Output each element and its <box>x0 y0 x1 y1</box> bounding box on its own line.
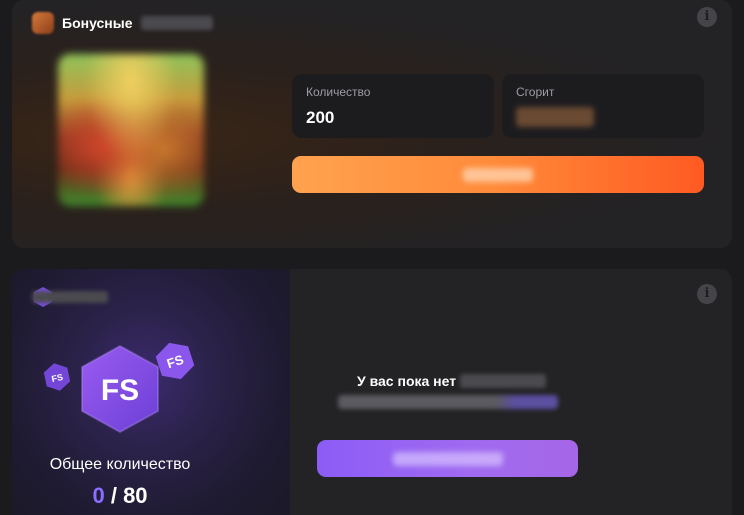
fs-large-hex-text: FS <box>101 374 139 407</box>
freespins-card: FS FS FS FS <box>12 269 732 515</box>
freespins-total-count: 80 <box>123 483 148 508</box>
bonus-action-button-label <box>463 167 533 182</box>
quantity-box: Количество 200 <box>292 74 494 138</box>
info-icon[interactable]: i <box>697 7 717 27</box>
bonus-game-icon <box>32 12 54 34</box>
freespins-card-header: FS <box>32 287 108 307</box>
bonus-card-title: Бонусные <box>62 15 133 31</box>
bonus-card-title-hidden <box>140 16 213 30</box>
fs-large-hex-icon: FS <box>81 345 159 433</box>
bonus-action-button[interactable] <box>292 156 704 193</box>
quantity-label: Количество <box>306 85 371 99</box>
freespins-empty-subtitle-hidden <box>338 395 558 409</box>
burn-box: Сгорит <box>502 74 704 138</box>
quantity-value: 200 <box>306 108 335 127</box>
freespins-total-label: Общее количество <box>49 456 191 473</box>
game-thumbnail[interactable] <box>58 54 204 206</box>
freespins-empty-title: У вас пока нет <box>357 373 547 389</box>
freespins-empty-title-hidden <box>460 374 547 388</box>
freespins-empty-title-text: У вас пока нет <box>357 373 457 389</box>
bonus-card-header: Бонусные <box>32 12 213 34</box>
burn-value-hidden <box>516 107 594 127</box>
fs-small-hex-icon-left: FS <box>43 363 71 391</box>
freespins-summary-panel: FS FS FS FS <box>12 269 290 515</box>
freespins-count: 0 / 80 <box>12 483 228 509</box>
freespins-count-separator: / <box>110 483 117 508</box>
burn-label: Сгорит <box>516 85 555 99</box>
info-icon[interactable]: i <box>697 284 717 304</box>
fs-small-hex-icon-right: FS <box>155 342 195 380</box>
freespins-action-button-label <box>392 451 503 466</box>
freespins-card-title-hidden <box>32 291 108 303</box>
freespins-action-button[interactable] <box>317 440 578 477</box>
freespins-current-count: 0 <box>92 483 105 508</box>
bonus-card: Бонусные i Количество 200 Сгорит <box>12 0 732 248</box>
